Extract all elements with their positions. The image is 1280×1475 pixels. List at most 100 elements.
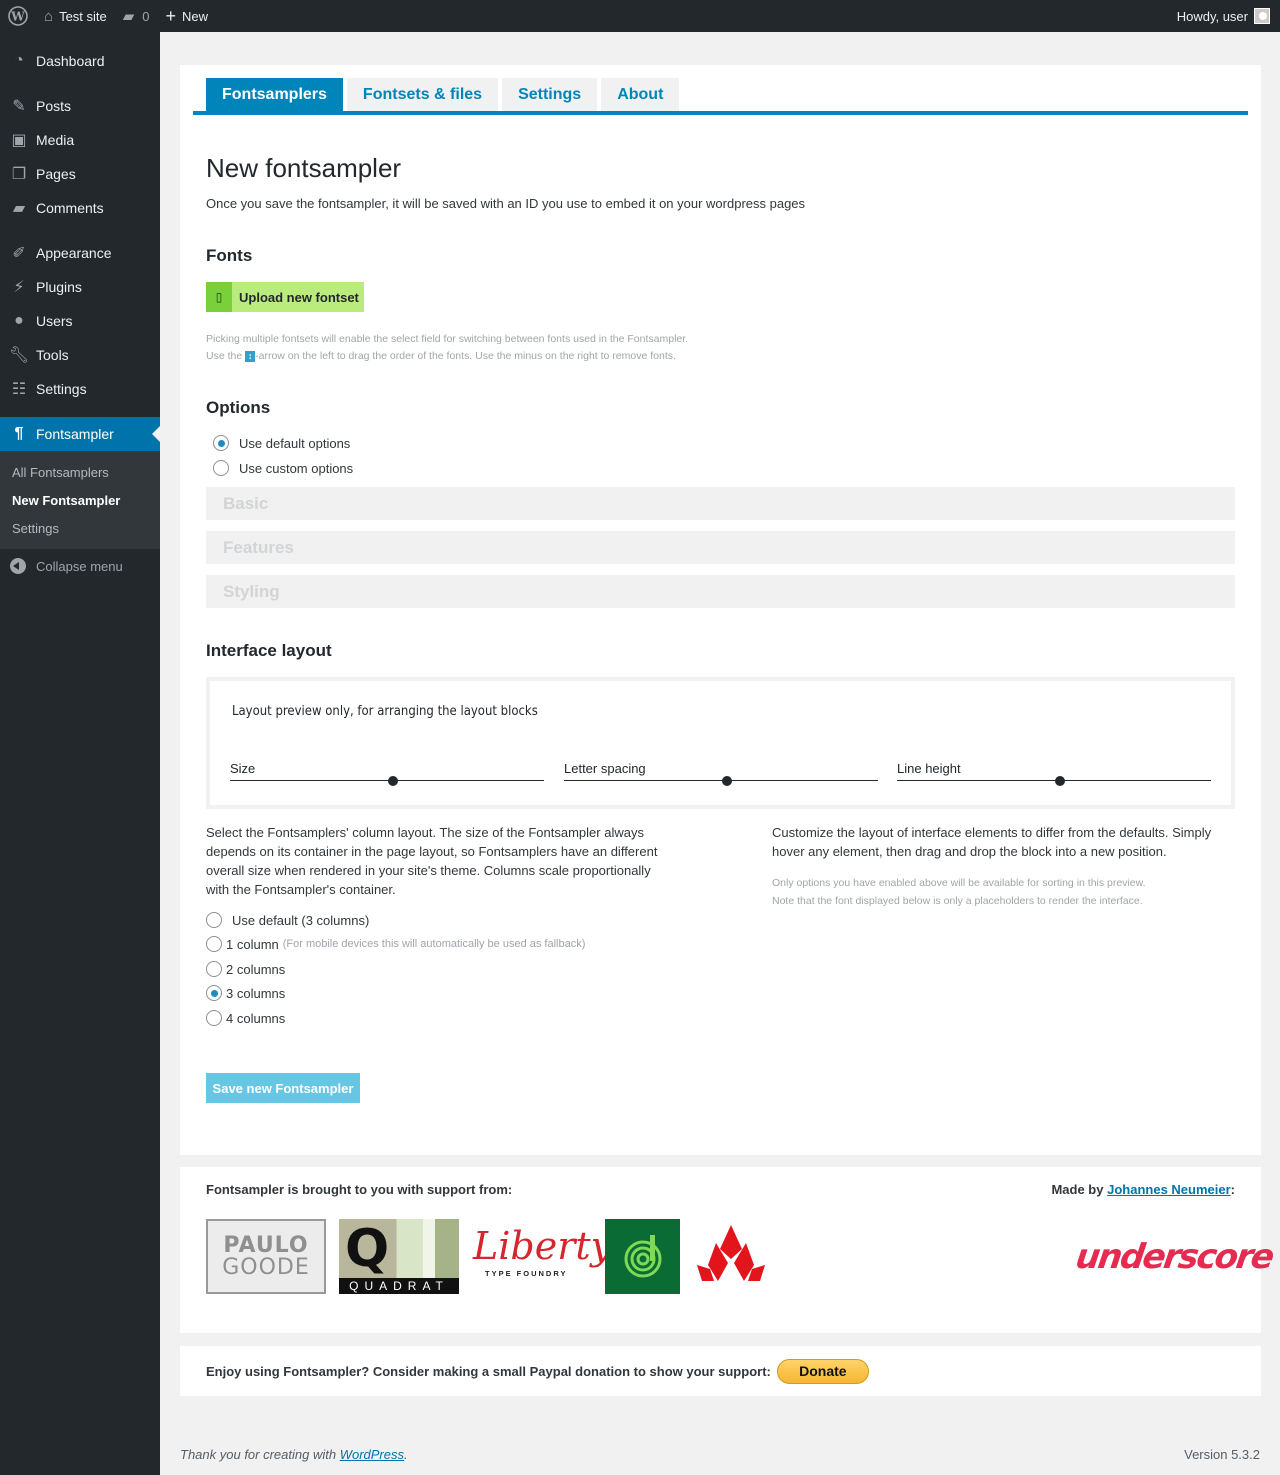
account-menu[interactable]: Howdy, user [1177,8,1280,24]
plus-icon: + [165,5,177,26]
sidebar-item-label: Media [36,132,75,148]
options-heading: Options [206,398,271,417]
line-height-slider[interactable]: Line height [897,761,1211,786]
slider-handle[interactable] [388,776,399,786]
brush-icon: ✐ [12,245,26,262]
donate-button[interactable]: Donate [776,1358,869,1384]
green-d-logo[interactable] [605,1219,680,1294]
liberty-subtitle: TYPE FOUNDRY [485,1269,568,1278]
accordion-features[interactable]: Features [206,531,1235,564]
liberty-logo[interactable]: Liberty TYPE FOUNDRY [473,1219,612,1294]
tab-about[interactable]: About [601,78,680,111]
new-content-link[interactable]: + New [158,0,217,32]
sidebar-item-tools[interactable]: 🔧︎ Tools [0,338,160,372]
customize-description: Customize the layout of interface elemen… [772,825,1212,859]
quadrat-logo[interactable]: Q QUADRAT [339,1219,459,1294]
size-slider-label: Size [230,761,256,776]
column-default-radio[interactable] [206,912,222,928]
column-2-radio[interactable] [206,961,222,977]
save-fontsampler-button[interactable]: Save new Fontsampler [206,1073,360,1103]
column-3-radio[interactable] [206,985,222,1001]
footer-thanks: Thank you for creating with WordPress. [180,1447,408,1462]
comment-bubble-icon: ▰ [122,8,135,25]
red-crown-logo[interactable] [694,1219,768,1294]
slider-track [230,780,544,781]
sliders-icon: ☷ [11,381,27,398]
comment-icon: ▰ [12,200,26,217]
sidebar-item-users[interactable]: ● Users [0,304,160,338]
underscore-logo[interactable]: underscore [1073,1237,1275,1277]
tab-fontsets-files[interactable]: Fontsets & files [346,78,499,111]
sidebar-item-posts[interactable]: ✎ Posts [0,89,160,123]
pilcrow-icon: ¶ [14,425,24,442]
collapse-menu-button[interactable]: Collapse menu [0,549,160,583]
sidebar-item-label: Pages [36,166,76,182]
fontsampler-submenu: All Fontsamplers New Fontsampler Setting… [0,451,160,549]
plug-icon: ⚡ [13,279,25,296]
site-name: Test site [59,8,107,24]
column-option-3[interactable]: 3 columns [206,985,285,1001]
drag-arrow-icon: ↕ [245,350,256,362]
admin-bar: W ⌂ Test site ▰ 0 + New Howdy, user [0,0,1280,32]
column-option-label: 1 column [226,936,279,952]
option-custom-row[interactable]: Use custom options [213,460,353,476]
column-option-default[interactable]: Use default (3 columns) [206,912,369,928]
sidebar-item-pages[interactable]: ❐ Pages [0,157,160,191]
howdy-text: Howdy, user [1176,8,1248,24]
sidebar-item-dashboard[interactable]: ◔ Dashboard [0,44,160,78]
column-option-4[interactable]: 4 columns [206,1010,285,1026]
tab-fontsamplers[interactable]: Fontsamplers [206,78,343,111]
option-default-radio[interactable] [213,435,229,451]
size-slider[interactable]: Size [230,761,544,786]
sidebar-item-plugins[interactable]: ⚡ Plugins [0,270,160,304]
layout-preview-box: Layout preview only, for arranging the l… [206,677,1235,809]
column-option-2[interactable]: 2 columns [206,961,285,977]
site-name-link[interactable]: ⌂ Test site [36,0,115,32]
letter-spacing-slider[interactable]: Letter spacing [564,761,878,786]
column-1-radio[interactable] [206,936,222,952]
fonts-hint-line-2: Use the ↕ -arrow on the left to drag the … [206,350,676,362]
slider-handle[interactable] [722,776,733,786]
submenu-all-fontsamplers[interactable]: All Fontsamplers [0,458,160,486]
column-option-label: 3 columns [226,985,286,1001]
upload-fontset-button[interactable]: ▯ Upload new fontset [206,282,364,312]
sidebar-item-comments[interactable]: ▰ Comments [0,191,160,225]
footer-version: Version 5.3.2 [1184,1447,1260,1462]
submenu-settings[interactable]: Settings [0,514,160,542]
slider-handle[interactable] [1055,776,1066,786]
wordpress-logo-icon: W [8,6,28,26]
author-link[interactable]: Johannes Neumeier [1107,1182,1231,1197]
accordion-styling[interactable]: Styling [206,575,1235,608]
option-default-row[interactable]: Use default options [213,435,350,451]
collapse-menu-label: Collapse menu [36,558,123,574]
column-4-radio[interactable] [206,1010,222,1026]
paulo-goode-logo[interactable]: PAULO GOODE [206,1219,326,1294]
wordpress-logo-button[interactable]: W [0,0,36,32]
page-title: New fontsampler [206,153,402,183]
wrench-icon: 🔧︎ [8,347,30,364]
sidebar-item-media[interactable]: ▣ Media [0,123,160,157]
tab-settings[interactable]: Settings [502,78,598,111]
sidebar-item-settings[interactable]: ☷ Settings [0,372,160,406]
accordion-basic[interactable]: Basic [206,487,1235,520]
column-option-1[interactable]: 1 column (For mobile devices this will a… [206,936,585,952]
slider-track [564,780,878,781]
submenu-new-fontsampler[interactable]: New Fontsampler [0,486,160,514]
sidebar-item-fontsampler[interactable]: ¶ Fontsampler [0,417,160,451]
slider-track [897,780,1211,781]
option-custom-radio[interactable] [213,460,229,476]
letter-spacing-slider-label: Letter spacing [564,761,646,776]
comments-link[interactable]: ▰ 0 [115,0,158,32]
quadrat-name: QUADRAT [339,1278,459,1294]
d-monogram-icon [624,1234,661,1277]
media-icon: ▣ [11,132,27,149]
sidebar-item-appearance[interactable]: ✐ Appearance [0,236,160,270]
pin-icon: ✎ [12,98,26,115]
footer-thanks-text: Thank you for creating with [180,1447,337,1462]
wordpress-link[interactable]: WordPress [340,1447,404,1462]
sidebar-item-label: Appearance [36,245,112,261]
column-option-hint: (For mobile devices this will automatica… [282,938,586,950]
upload-fontset-label: Upload new fontset [239,289,359,305]
main-panel: Fontsamplers Fontsets & files Settings A… [180,65,1261,1155]
layout-preview-note: Layout preview only, for arranging the l… [232,704,538,719]
